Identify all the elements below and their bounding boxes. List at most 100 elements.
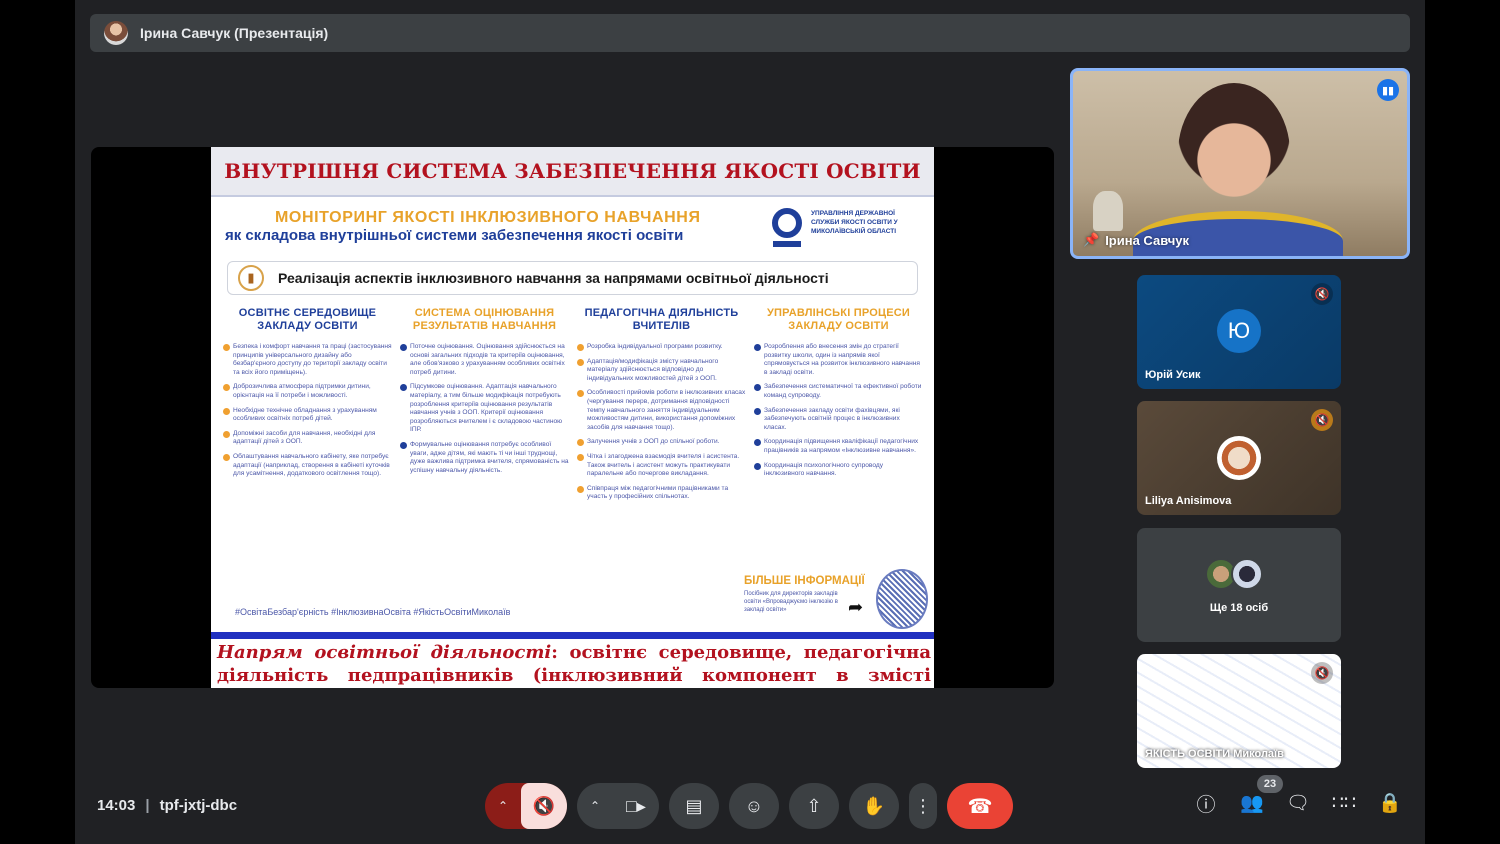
column-item: Підсумкове оцінювання. Адаптація навчаль… bbox=[400, 383, 569, 435]
mic-off-icon: 🔇 bbox=[1311, 409, 1333, 431]
participant-tile[interactable]: 🔇 Liliya Anisimova bbox=[1137, 401, 1341, 515]
meeting-stage: Ірина Савчук (Презентація) ВНУТРІШНЯ СИС… bbox=[75, 0, 1425, 844]
slide-divider bbox=[211, 632, 934, 639]
column-item: Залучення учнів з ООП до спільної роботи… bbox=[577, 438, 746, 447]
column-heading: ОСВІТНЄ СЕРЕДОВИЩЕ ЗАКЛАДУ ОСВІТИ bbox=[238, 307, 377, 332]
presenter-name: Ірина Савчук (Презентація) bbox=[140, 25, 329, 41]
column-item-text: Чітка і злагоджена взаємодія вчителя і а… bbox=[587, 452, 740, 478]
column-item-text: Координація психологічного супроводу інк… bbox=[764, 461, 884, 478]
more-participants-label: Ще 18 осіб bbox=[1209, 602, 1269, 614]
caption-label: Напрям освітньої діяльності bbox=[217, 642, 552, 663]
column-item-text: Необхідне технічне обладнання з урахуван… bbox=[233, 406, 377, 423]
column-item: Координація психологічного супроводу інк… bbox=[754, 462, 923, 479]
more-info-title: БІЛЬШЕ ІНФОРМАЦІЇ bbox=[744, 575, 865, 587]
column-item: Розробка індивідуальної програми розвитк… bbox=[577, 343, 746, 352]
column-item-text: Формувальне оцінювання потребує особливо… bbox=[410, 440, 569, 474]
emoji-icon: ☺ bbox=[744, 795, 764, 816]
slide-columns: ОСВІТНЄ СЕРЕДОВИЩЕ ЗАКЛАДУ ОСВІТИ Безпека… bbox=[223, 307, 923, 502]
column-item-text: Особливості прийомів роботи в інклюзивни… bbox=[587, 389, 746, 431]
camera-control: ⌃ □▸ bbox=[577, 783, 659, 829]
bullet-icon bbox=[223, 384, 230, 392]
org-logo-icon bbox=[772, 208, 802, 247]
call-controls: ⌃ 🔇 ⌃ □▸ ▤ ☺ ⇧ ✋ ⋮ ☎ bbox=[485, 783, 1013, 829]
column-item: Формувальне оцінювання потребує особливо… bbox=[400, 441, 569, 475]
bullet-icon bbox=[577, 358, 584, 366]
people-icon[interactable]: 👥 bbox=[1240, 790, 1264, 816]
column-item-text: Адаптація/модифікація змісту навчального… bbox=[587, 357, 719, 382]
hand-icon: ✋ bbox=[862, 795, 886, 816]
participant-tile-active[interactable]: ▮▮ 📌 Ірина Савчук bbox=[1070, 68, 1410, 259]
bullet-icon bbox=[754, 384, 761, 392]
column-item: Поточне оцінювання. Оцінювання здійснюєт… bbox=[400, 343, 569, 377]
column-item-text: Координація підвищення кваліфікації педа… bbox=[764, 438, 919, 454]
column-item-text: Підсумкове оцінювання. Адаптація навчаль… bbox=[410, 383, 563, 434]
column-item: Безпека і комфорт навчання та праці (зас… bbox=[223, 343, 392, 377]
meeting-info: 14:03 | tpf-jxtj-dbc bbox=[97, 797, 237, 814]
column-item: Забезпечення закладу освіти фахівцями, я… bbox=[754, 407, 923, 433]
presentation-frame: ВНУТРІШНЯ СИСТЕМА ЗАБЕЗПЕЧЕННЯ ЯКОСТІ ОС… bbox=[91, 147, 1054, 688]
bullet-icon bbox=[577, 439, 584, 447]
more-participants-tile[interactable]: Ще 18 осіб bbox=[1137, 528, 1341, 642]
column-item-text: Облаштування навчального кабінету, яке п… bbox=[233, 452, 390, 478]
slide-title: ВНУТРІШНЯ СИСТЕМА ЗАБЕЗПЕЧЕННЯ ЯКОСТІ ОС… bbox=[224, 159, 921, 183]
column-item: Допоміжні засоби для навчання, необхідні… bbox=[223, 430, 392, 447]
speaking-indicator-icon: ▮▮ bbox=[1377, 79, 1399, 101]
bullet-icon bbox=[754, 439, 761, 447]
column-item-text: Поточне оцінювання. Оцінювання здійснюєт… bbox=[410, 343, 565, 376]
activities-icon[interactable]: ∷∷ bbox=[1332, 790, 1356, 816]
more-participants-avatars bbox=[1205, 558, 1263, 590]
host-controls-icon[interactable]: 🔒 bbox=[1378, 790, 1402, 816]
end-call-button[interactable]: ☎ bbox=[947, 783, 1013, 829]
participant-name: Liliya Anisimova bbox=[1145, 495, 1232, 507]
camera-options-chevron-icon[interactable]: ⌃ bbox=[577, 783, 613, 829]
chat-icon[interactable]: 🗨 bbox=[1286, 790, 1310, 816]
aspect-heading-box: ▮ Реалізація аспектів інклюзивного навча… bbox=[227, 261, 918, 295]
more-options-button[interactable]: ⋮ bbox=[909, 783, 937, 829]
bullet-icon bbox=[754, 344, 761, 351]
captions-button[interactable]: ▤ bbox=[669, 783, 719, 829]
participant-name: Ірина Савчук bbox=[1105, 232, 1189, 248]
monitoring-block: МОНІТОРИНГ ЯКОСТІ ІНКЛЮЗИВНОГО НАВЧАННЯ … bbox=[211, 197, 934, 257]
presentation-slide: ВНУТРІШНЯ СИСТЕМА ЗАБЕЗПЕЧЕННЯ ЯКОСТІ ОС… bbox=[211, 147, 934, 688]
mic-off-icon: 🔇 bbox=[1311, 662, 1333, 684]
mic-control: ⌃ 🔇 bbox=[485, 783, 567, 829]
bullet-icon bbox=[577, 344, 584, 351]
participant-tile[interactable]: 🔇 ЯКІСТЬ ОСВІТИ Миколаїв bbox=[1137, 654, 1341, 768]
participant-name: Юрій Усик bbox=[1145, 369, 1201, 381]
aspect-heading: Реалізація аспектів інклюзивного навчанн… bbox=[278, 270, 829, 286]
bullet-icon bbox=[400, 441, 407, 449]
bullet-icon bbox=[400, 344, 407, 351]
meeting-details-icon[interactable]: ⓘ bbox=[1195, 790, 1217, 816]
column-item: Забезпечення систематичної та ефективної… bbox=[754, 383, 923, 400]
column-item: Адаптація/модифікація змісту навчального… bbox=[577, 358, 746, 384]
participant-name: ЯКІСТЬ ОСВІТИ Миколаїв bbox=[1145, 748, 1284, 760]
column-heading: УПРАВЛІНСЬКІ ПРОЦЕСИ ЗАКЛАДУ ОСВІТИ bbox=[766, 307, 910, 332]
org-name: УПРАВЛІННЯ ДЕРЖАВНОЇ СЛУЖБИ ЯКОСТІ ОСВІТ… bbox=[811, 210, 898, 235]
present-button[interactable]: ⇧ bbox=[789, 783, 839, 829]
participant-label: 📌 Ірина Савчук bbox=[1083, 232, 1189, 248]
camera-button[interactable]: □▸ bbox=[613, 783, 659, 829]
bullet-icon bbox=[223, 453, 230, 461]
column-item: Чітка і злагоджена взаємодія вчителя і а… bbox=[577, 453, 746, 479]
captions-icon: ▤ bbox=[685, 795, 703, 816]
slide-header: ВНУТРІШНЯ СИСТЕМА ЗАБЕЗПЕЧЕННЯ ЯКОСТІ ОС… bbox=[211, 147, 934, 197]
bullet-icon bbox=[400, 384, 407, 392]
reactions-button[interactable]: ☺ bbox=[729, 783, 779, 829]
mic-options-chevron-icon[interactable]: ⌃ bbox=[485, 783, 521, 829]
column-heading: ПЕДАГОГІЧНА ДІЯЛЬНІСТЬ ВЧИТЕЛІВ bbox=[584, 307, 739, 332]
meeting-code: tpf-jxtj-dbc bbox=[159, 797, 238, 814]
slide-column: УПРАВЛІНСЬКІ ПРОЦЕСИ ЗАКЛАДУ ОСВІТИ Розро… bbox=[754, 307, 923, 502]
raise-hand-button[interactable]: ✋ bbox=[849, 783, 899, 829]
book-icon: ▮ bbox=[238, 265, 264, 291]
more-info-block: БІЛЬШЕ ІНФОРМАЦІЇ Посібник для директорі… bbox=[744, 575, 874, 617]
participant-tile[interactable]: 🔇 Ю Юрій Усик bbox=[1137, 275, 1341, 389]
more-vert-icon: ⋮ bbox=[914, 795, 932, 816]
qr-code-icon bbox=[876, 569, 928, 629]
column-item-text: Розроблення або внесення змін до стратег… bbox=[764, 343, 920, 376]
column-item-text: Безпека і комфорт навчання та праці (зас… bbox=[233, 343, 392, 376]
bullet-icon bbox=[754, 407, 761, 415]
slide-column: ОСВІТНЄ СЕРЕДОВИЩЕ ЗАКЛАДУ ОСВІТИ Безпека… bbox=[223, 307, 392, 502]
avatar: Ю bbox=[1217, 309, 1261, 353]
column-item: Співпраця між педагогічними працівниками… bbox=[577, 485, 746, 502]
mic-off-button[interactable]: 🔇 bbox=[521, 783, 567, 829]
